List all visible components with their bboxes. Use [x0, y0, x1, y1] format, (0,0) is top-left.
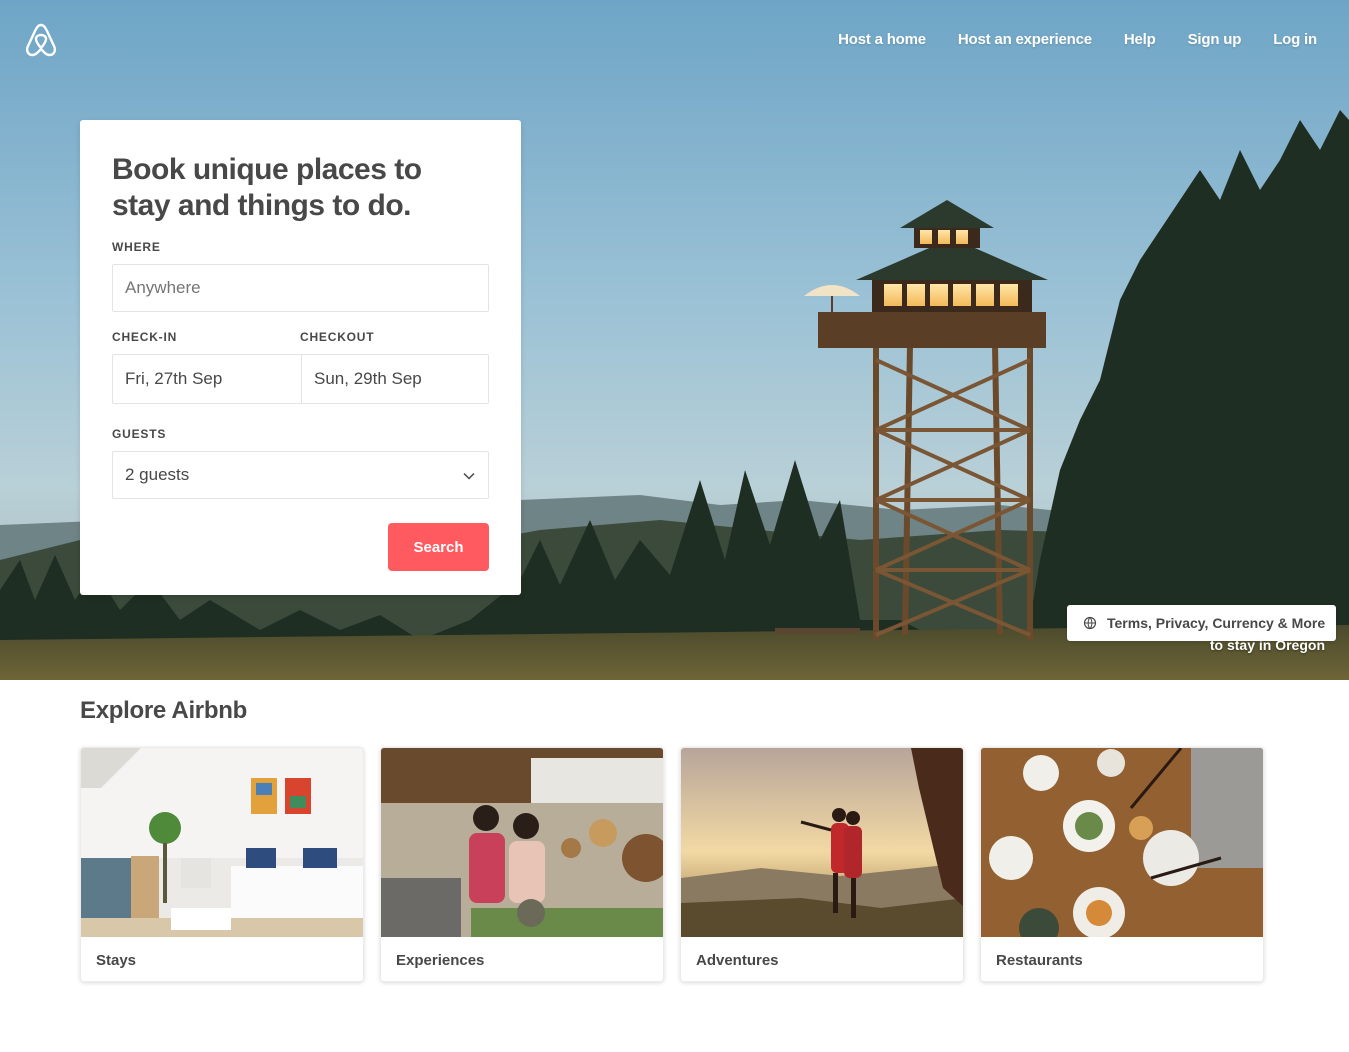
checkout-label: CHECKOUT [300, 330, 375, 344]
explore-title: Explore Airbnb [80, 697, 247, 724]
tile-label-experiences: Experiences [396, 951, 485, 969]
stays-image [81, 748, 363, 937]
nav-host-experience[interactable]: Host an experience [942, 31, 1108, 48]
explore-tile-restaurants[interactable]: Restaurants [980, 747, 1264, 982]
restaurants-image [981, 748, 1263, 937]
chevron-down-icon [463, 472, 475, 480]
explore-tile-experiences[interactable]: Experiences [380, 747, 664, 982]
top-nav: Host a home Host an experience Help Sign… [822, 31, 1333, 48]
tile-label-restaurants: Restaurants [996, 951, 1083, 969]
nav-log-in[interactable]: Log in [1257, 31, 1333, 48]
explore-tiles: Stays Experiences Adventures Restaurants [80, 747, 1264, 982]
guests-value: 2 guests [125, 465, 190, 484]
search-button[interactable]: Search [388, 523, 489, 571]
experiences-image [381, 748, 663, 937]
terms-label: Terms, Privacy, Currency & More [1107, 615, 1326, 631]
airbnb-logo-icon[interactable] [24, 22, 58, 58]
search-card-title: Book unique places to stay and things to… [112, 153, 422, 222]
globe-icon [1083, 616, 1097, 630]
terms-privacy-button[interactable]: Terms, Privacy, Currency & More [1067, 605, 1336, 641]
where-field[interactable] [112, 264, 489, 312]
nav-help[interactable]: Help [1108, 31, 1172, 48]
hero-caption: to stay in Oregon [1209, 637, 1325, 653]
nav-host-home[interactable]: Host a home [822, 31, 942, 48]
tile-label-adventures: Adventures [696, 951, 779, 969]
where-label: WHERE [112, 240, 161, 254]
where-input[interactable] [125, 278, 488, 298]
checkin-field[interactable]: Fri, 27th Sep [112, 354, 302, 404]
tile-label-stays: Stays [96, 951, 137, 969]
checkout-value: Sun, 29th Sep [314, 369, 422, 388]
guests-select[interactable]: 2 guests [112, 451, 489, 499]
explore-tile-adventures[interactable]: Adventures [680, 747, 964, 982]
checkout-field[interactable]: Sun, 29th Sep [301, 354, 489, 404]
adventures-image [681, 748, 963, 937]
search-card: Book unique places to stay and things to… [80, 120, 521, 595]
checkin-value: Fri, 27th Sep [125, 369, 223, 388]
explore-tile-stays[interactable]: Stays [80, 747, 364, 982]
guests-label: GUESTS [112, 427, 167, 441]
checkin-label: CHECK-IN [112, 330, 178, 344]
nav-sign-up[interactable]: Sign up [1172, 31, 1258, 48]
